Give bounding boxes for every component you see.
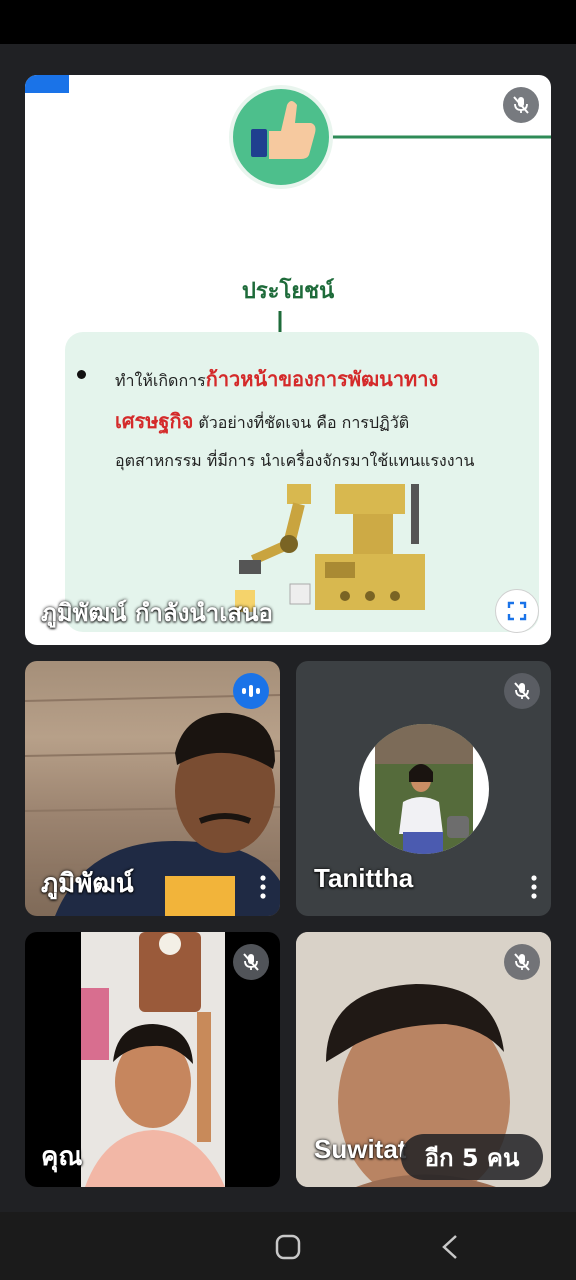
avatar [359,724,489,854]
status-bar [0,0,576,44]
participant-tile-you[interactable]: คุณ [25,932,280,1187]
slide-bullet-line-2: เศรษฐกิจ ตัวอย่างที่ชัดเจน คือ การปฏิวัต… [115,409,410,433]
participant-tile-tanittha[interactable]: Tanittha [296,661,551,916]
back-icon[interactable] [440,1234,460,1260]
mic-off-icon [504,673,540,709]
fullscreen-button[interactable] [495,589,539,633]
participant-tile-phumiphat[interactable]: ภูมิพัฒน์ [25,661,280,916]
audio-wave-icon [233,673,269,709]
slide-bullet-line-1: ทำให้เกิดการก้าวหน้าของการพัฒนาทาง [115,367,439,391]
slide-title: ประโยชน์ [241,279,335,304]
mic-off-icon [504,944,540,980]
participant-name: ภูมิพัฒน์ [41,869,134,899]
presenter-label: ภูมิพัฒน์ กำลังนำเสนอ [41,599,273,627]
mic-off-icon [233,944,269,980]
bullet-dot [77,370,86,379]
slide-bullet-line-3: อุตสาหกรรม ที่มีการ นำเครื่องจักรมาใช้แท… [115,451,475,470]
fullscreen-icon [507,601,527,621]
navigation-bar [0,1212,576,1280]
more-options-icon[interactable] [524,869,544,905]
participant-name: Suwitat [314,1134,407,1164]
mic-off-icon [503,87,539,123]
participant-name: Tanittha [314,863,414,893]
participant-name: คุณ [41,1142,83,1172]
home-icon[interactable] [275,1234,301,1260]
more-participants-button[interactable]: อีก 5 คน [401,1134,543,1180]
more-options-icon[interactable] [253,869,273,905]
presentation-tile[interactable]: ประโยชน์ ทำให้เกิดการก้าวหน้าของการพัฒนา… [25,75,551,645]
